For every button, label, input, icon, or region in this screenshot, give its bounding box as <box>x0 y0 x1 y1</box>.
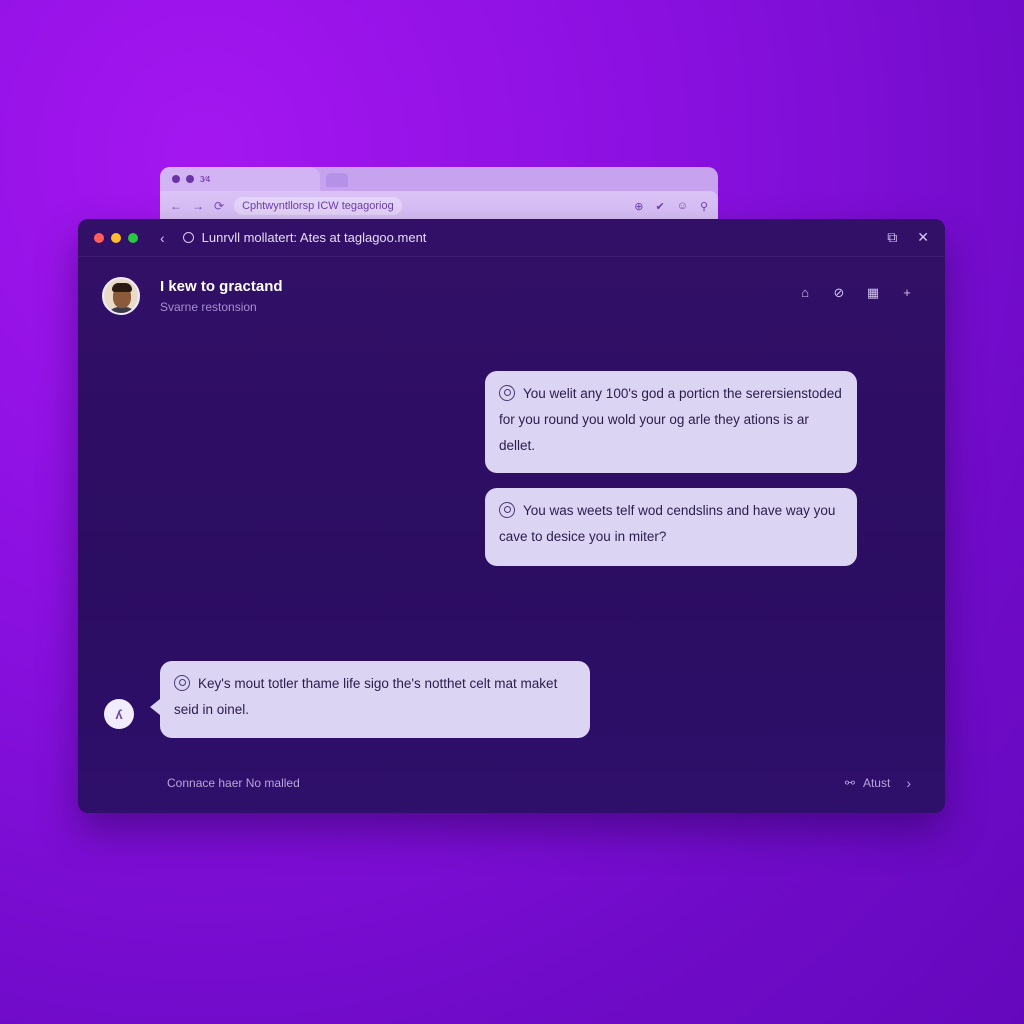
background-toolbar-icons: ⊕ ✔ ☺ ⚲ <box>634 200 708 213</box>
footer-link[interactable]: ⚯ Atust › <box>845 775 911 791</box>
maximize-window-button[interactable] <box>128 232 138 243</box>
bot-avatar-icon[interactable]: ʎ <box>104 699 134 729</box>
message-text: Key's mout totler thame life sigo the's … <box>174 676 558 717</box>
conversation-header: I kew to gractand Svarne restonsion <box>102 277 283 315</box>
background-browser-tab[interactable]: 3⁄4 <box>160 167 320 191</box>
message-text: You was weets telf wod cendslins and hav… <box>499 503 836 544</box>
attach-icon[interactable]: ⊘ <box>831 285 847 301</box>
message-bubble[interactable]: Key's mout totler thame life sigo the's … <box>150 661 590 738</box>
window-titlebar: ‹ Lunrvll mollatert: Ates at taglagoo.me… <box>78 219 945 257</box>
conversation-title: I kew to gractand <box>160 278 283 295</box>
conversation-subtitle: Svarne restonsion <box>160 300 257 314</box>
music-note-icon <box>499 502 515 518</box>
window-controls <box>94 232 138 243</box>
share-icon[interactable]: ⧉ <box>887 229 897 246</box>
verified-icon[interactable]: ✔ <box>655 200 664 213</box>
chevron-left-icon[interactable]: ‹ <box>160 230 165 246</box>
avatar[interactable] <box>102 277 140 315</box>
background-url-text: Cphtwyntllorsp ICW tegagoriog <box>242 200 394 212</box>
plus-icon[interactable]: + <box>899 285 915 301</box>
status-ring-icon <box>182 232 194 243</box>
reload-icon[interactable]: ⟳ <box>214 199 224 213</box>
minimize-window-button[interactable] <box>111 232 121 243</box>
bot-face-icon <box>174 675 190 691</box>
window-title-text: Lunrvll mollatert: Ates at taglagoo.ment <box>201 230 427 245</box>
background-tab-label: 3⁄4 <box>200 174 211 184</box>
message-bubble[interactable]: You welit any 100's god a porticn the se… <box>485 371 857 473</box>
tab-globe-icon <box>186 175 194 183</box>
headset-icon <box>499 385 515 401</box>
chat-window: ‹ Lunrvll mollatert: Ates at taglagoo.me… <box>78 219 945 813</box>
background-url-bar[interactable]: Cphtwyntllorsp ICW tegagoriog <box>234 197 402 215</box>
extension-icon[interactable]: ⊕ <box>634 200 643 213</box>
home-icon[interactable]: ⌂ <box>797 285 813 301</box>
background-browser-tab-secondary[interactable] <box>326 173 348 187</box>
back-arrow-icon[interactable]: ← <box>170 199 182 213</box>
message-bubble[interactable]: You was weets telf wod cendslins and hav… <box>485 488 857 566</box>
tab-favicon-icon <box>172 175 180 183</box>
footer-link-label: Atust <box>862 776 891 790</box>
microphone-icon[interactable]: ⚲ <box>700 200 708 213</box>
close-icon[interactable]: ✕ <box>917 229 929 246</box>
connection-status: Connace haer No malled <box>167 776 300 790</box>
background-browser-toolbar: ← → ⟳ Cphtwyntllorsp ICW tegagoriog ⊕ ✔ … <box>160 191 718 221</box>
chevron-right-icon: › <box>906 775 911 791</box>
profile-icon[interactable]: ☺ <box>677 200 688 213</box>
header-actions: ⌂ ⊘ ▦ + <box>797 285 915 301</box>
message-text: You welit any 100's god a porticn the se… <box>499 386 842 453</box>
close-window-button[interactable] <box>94 232 104 243</box>
window-title: Lunrvll mollatert: Ates at taglagoo.ment <box>182 230 427 245</box>
link-icon: ⚯ <box>844 776 855 790</box>
titlebar-actions: ⧉ ✕ <box>887 229 929 246</box>
forward-arrow-icon[interactable]: → <box>192 199 204 213</box>
grid-icon[interactable]: ▦ <box>865 285 881 301</box>
